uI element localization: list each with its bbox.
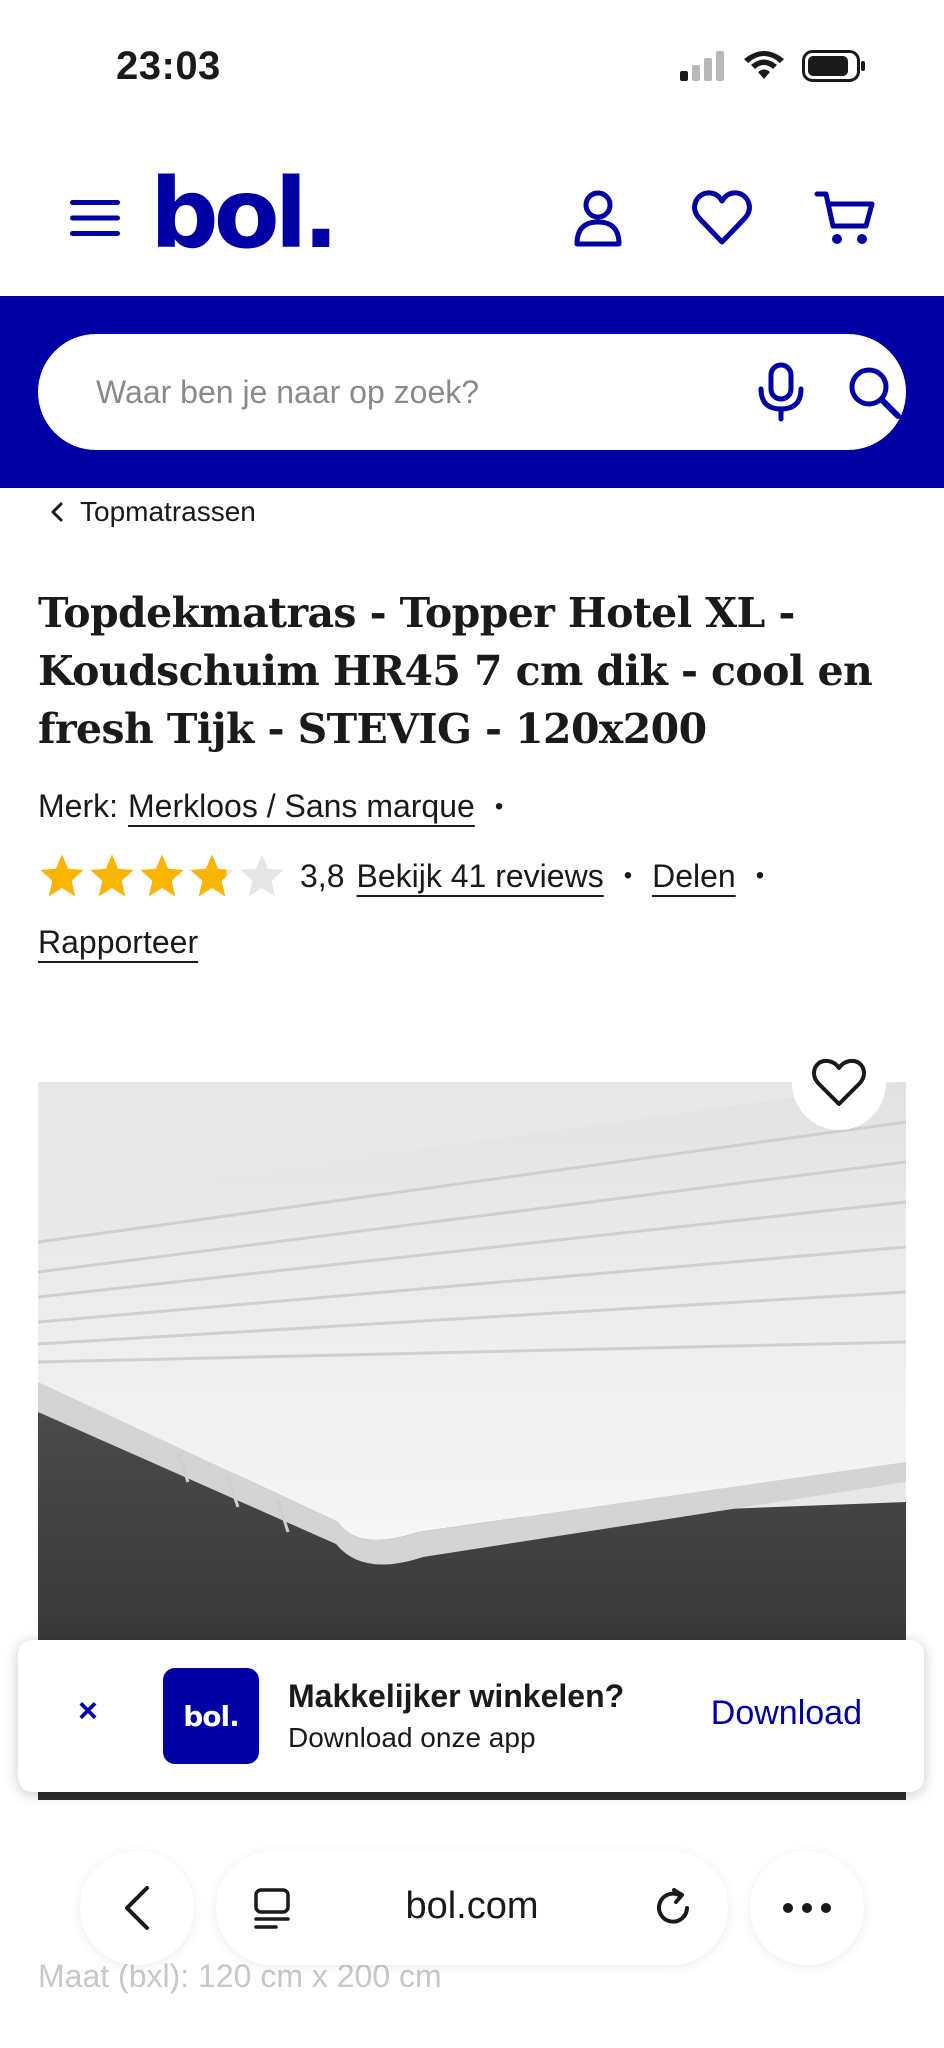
chevron-left-icon xyxy=(51,502,63,522)
star-icon xyxy=(40,854,84,897)
back-button[interactable] xyxy=(80,1851,194,1965)
cellular-signal-icon xyxy=(680,51,724,81)
separator-dot: • xyxy=(494,792,504,820)
brand-line: Merk: Merkloos / Sans marque • xyxy=(38,788,523,825)
app-logo: bol. xyxy=(163,1668,259,1764)
app-download-banner: × bol. Makkelijker winkelen? Download on… xyxy=(18,1640,924,1792)
status-icons xyxy=(680,50,866,82)
rating-stars xyxy=(38,852,286,900)
wifi-icon xyxy=(744,51,784,79)
reload-icon[interactable] xyxy=(652,1887,694,1929)
more-options-button[interactable] xyxy=(750,1851,864,1965)
reviews-link[interactable]: Bekijk 41 reviews xyxy=(356,858,603,895)
star-icon xyxy=(140,854,184,897)
report-link[interactable]: Rapporteer xyxy=(38,924,198,961)
site-header: bol. xyxy=(0,148,944,296)
breadcrumb[interactable]: Topmatrassen xyxy=(50,496,256,528)
microphone-icon[interactable] xyxy=(756,362,806,422)
status-bar: 23:03 xyxy=(0,0,944,130)
wishlist-heart-icon[interactable] xyxy=(690,186,754,250)
address-bar[interactable]: bol.com xyxy=(216,1851,728,1965)
battery-icon xyxy=(802,50,865,82)
favorite-button[interactable] xyxy=(792,1036,886,1130)
star-icon xyxy=(190,854,234,897)
share-link[interactable]: Delen xyxy=(652,858,736,895)
browser-toolbar: bol.com xyxy=(80,1846,864,1966)
search-icon[interactable] xyxy=(846,364,902,420)
heart-icon xyxy=(812,1058,866,1106)
ellipsis-icon xyxy=(783,1903,831,1913)
close-icon[interactable]: × xyxy=(78,1692,98,1731)
banner-subtitle: Download onze app xyxy=(288,1722,536,1753)
cart-icon[interactable] xyxy=(814,186,878,250)
status-time: 23:03 xyxy=(116,44,221,88)
report-line: Rapporteer xyxy=(38,924,198,961)
bol-logo[interactable]: bol. xyxy=(150,166,339,262)
separator-dot: • xyxy=(755,862,765,889)
hamburger-menu-icon[interactable] xyxy=(68,196,122,240)
download-button[interactable]: Download xyxy=(711,1694,862,1733)
account-icon[interactable] xyxy=(566,186,630,250)
search-band xyxy=(0,296,944,488)
brand-link[interactable]: Merkloos / Sans marque xyxy=(128,788,475,825)
banner-title: Makkelijker winkelen? xyxy=(288,1678,625,1714)
breadcrumb-label[interactable]: Topmatrassen xyxy=(80,496,256,528)
rating-line: 3,8 Bekijk 41 reviews • Delen • xyxy=(38,852,784,900)
star-icon xyxy=(240,854,284,897)
rating-value: 3,8 xyxy=(300,857,345,894)
product-title: Topdekmatras - Topper Hotel XL - Koudsch… xyxy=(38,589,873,753)
search-box xyxy=(38,334,906,450)
search-input[interactable] xyxy=(96,334,716,450)
chevron-left-icon xyxy=(125,1886,149,1930)
star-icon xyxy=(90,854,134,897)
brand-label: Merk: xyxy=(38,788,118,824)
separator-dot: • xyxy=(623,862,633,889)
